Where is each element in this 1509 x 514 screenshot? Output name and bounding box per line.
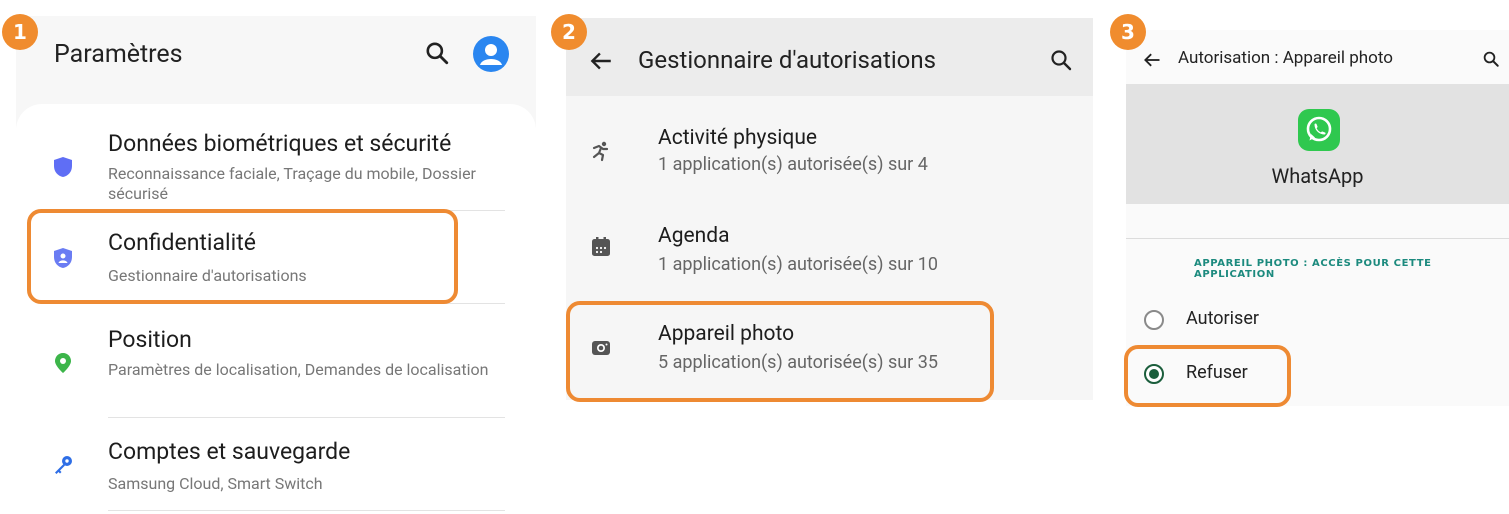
whatsapp-icon	[1298, 109, 1340, 151]
back-arrow-icon[interactable]	[588, 48, 614, 74]
settings-item-privacy[interactable]: Confidentialité Gestionnaire d'autorisat…	[16, 211, 536, 303]
permission-item-subtitle: 1 application(s) autorisée(s) sur 10	[658, 254, 938, 275]
section-header: APPAREIL PHOTO : ACCÈS POUR CETTE APPLIC…	[1194, 258, 1432, 280]
app-bar: Gestionnaire d'autorisations	[566, 18, 1093, 96]
settings-item-title: Position	[108, 326, 192, 353]
key-icon	[55, 456, 72, 474]
permission-item-physical-activity[interactable]: Activité physique 1 application(s) autor…	[566, 96, 1093, 192]
radio-option-deny[interactable]: Refuser	[1126, 356, 1509, 392]
radio-label: Autoriser	[1186, 308, 1259, 329]
radio-label: Refuser	[1186, 362, 1248, 383]
search-icon[interactable]	[424, 40, 450, 66]
calendar-icon	[592, 237, 610, 256]
privacy-shield-icon	[54, 248, 72, 268]
back-arrow-icon[interactable]	[1142, 50, 1162, 70]
settings-item-subtitle: Samsung Cloud, Smart Switch	[108, 474, 323, 493]
search-icon[interactable]	[1482, 50, 1500, 68]
camera-permission-screen: Autorisation : Appareil photo WhatsApp A…	[1126, 30, 1509, 406]
permission-item-calendar[interactable]: Agenda 1 application(s) autorisée(s) sur…	[566, 192, 1093, 292]
shield-icon	[54, 157, 72, 177]
permission-manager-screen: Gestionnaire d'autorisations Activité ph…	[566, 18, 1093, 400]
permission-item-camera[interactable]: Appareil photo 5 application(s) autorisé…	[566, 292, 1093, 392]
settings-title: Paramètres	[54, 40, 183, 69]
settings-list: Données biométriques et sécurité Reconna…	[16, 104, 536, 514]
settings-item-title: Données biométriques et sécurité	[108, 130, 452, 157]
settings-item-location[interactable]: Position Paramètres de localisation, Dem…	[16, 304, 536, 417]
permission-item-title: Agenda	[658, 224, 730, 248]
settings-item-accounts[interactable]: Comptes et sauvegarde Samsung Cloud, Sma…	[16, 418, 536, 510]
divider	[1126, 238, 1509, 239]
permission-item-title: Appareil photo	[658, 322, 795, 346]
account-avatar-icon[interactable]	[473, 36, 509, 72]
radio-option-allow[interactable]: Autoriser	[1126, 302, 1509, 338]
divider	[108, 510, 505, 511]
page-title: Gestionnaire d'autorisations	[638, 46, 936, 74]
settings-item-subtitle: Paramètres de localisation, Demandes de …	[108, 360, 489, 379]
physical-activity-icon	[592, 141, 609, 162]
radio-button-selected[interactable]	[1144, 364, 1164, 384]
radio-button[interactable]	[1144, 310, 1164, 330]
settings-item-subtitle: Gestionnaire d'autorisations	[108, 266, 307, 285]
step-badge-1: 1	[2, 14, 38, 50]
app-header: WhatsApp	[1126, 84, 1509, 204]
permission-item-subtitle: 5 application(s) autorisée(s) sur 35	[658, 352, 938, 373]
step-badge-2: 2	[551, 14, 587, 50]
app-name: WhatsApp	[1271, 164, 1364, 188]
search-icon[interactable]	[1049, 48, 1073, 72]
settings-item-title: Comptes et sauvegarde	[108, 438, 351, 465]
settings-item-biometrics[interactable]: Données biométriques et sécurité Reconna…	[16, 104, 536, 210]
step-badge-3: 3	[1110, 14, 1146, 50]
camera-icon	[592, 341, 610, 355]
settings-screen: Paramètres Données biométriques et sécur…	[16, 16, 536, 514]
location-pin-icon	[55, 353, 71, 373]
settings-item-title: Confidentialité	[108, 229, 256, 256]
app-bar: Autorisation : Appareil photo	[1126, 30, 1509, 84]
permission-item-subtitle: 1 application(s) autorisée(s) sur 4	[658, 154, 928, 175]
page-title: Autorisation : Appareil photo	[1178, 48, 1393, 68]
permission-item-title: Activité physique	[658, 126, 818, 150]
settings-item-subtitle: Reconnaissance faciale, Traçage du mobil…	[108, 164, 476, 203]
